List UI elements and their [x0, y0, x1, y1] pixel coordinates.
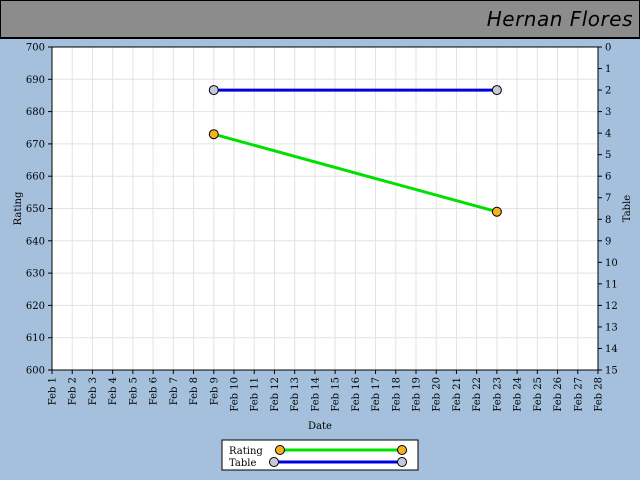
- y-right-tick-label: 11: [605, 279, 618, 290]
- x-tick-label: Feb 21: [452, 377, 463, 412]
- y-left-tick-label: 600: [26, 366, 45, 377]
- y-left-axis-title: Rating: [13, 191, 24, 225]
- y-left-tick-label: 630: [26, 269, 45, 280]
- x-tick-label: Feb 20: [432, 377, 443, 412]
- x-tick-label: Feb 6: [149, 377, 160, 405]
- rating-point: [491, 206, 502, 217]
- y-right-tick-label: 13: [605, 322, 618, 333]
- legend-marker-table: [269, 457, 279, 467]
- y-left-tick-label: 620: [26, 301, 45, 312]
- y-right-tick-label: 8: [605, 215, 611, 226]
- y-left-tick-label: 680: [26, 107, 45, 118]
- x-axis-title: Date: [308, 421, 332, 432]
- y-right-tick-label: 12: [605, 301, 618, 312]
- rating-table-chart: 600610620630640650660670680690700 0123456…: [13, 43, 633, 471]
- x-tick-label: Feb 10: [230, 377, 241, 412]
- y-right-tick-label: 9: [605, 236, 611, 247]
- x-tick-label: Feb 19: [412, 377, 423, 412]
- y-right-tick-label: 2: [605, 86, 611, 97]
- x-tick-label: Feb 15: [331, 377, 342, 412]
- x-tick-label: Feb 14: [310, 377, 321, 412]
- y-right-axis-title: Table: [622, 195, 633, 222]
- legend-label-rating: Rating: [229, 446, 263, 457]
- x-tick-label: Feb 28: [594, 377, 605, 412]
- x-tick-label: Feb 26: [553, 377, 564, 412]
- legend-marker-table: [397, 457, 407, 467]
- y-left-tick-label: 690: [26, 75, 45, 86]
- x-tick-label: Feb 12: [270, 377, 281, 412]
- y-right-tick-label: 10: [605, 258, 618, 269]
- y-right-tick-label: 3: [605, 107, 611, 118]
- y-left-tick-label: 650: [26, 204, 45, 215]
- x-tick-label: Feb 22: [472, 377, 483, 412]
- y-right-tick-label: 15: [605, 366, 618, 377]
- x-tick-label: Feb 5: [128, 377, 139, 405]
- y-right-tick-label: 6: [605, 172, 611, 183]
- y-right-tick-label: 7: [605, 193, 611, 204]
- x-tick-label: Feb 13: [290, 377, 301, 412]
- x-tick-label: Feb 18: [391, 377, 402, 412]
- y-right-tick-label: 4: [605, 129, 611, 140]
- y-left-tick-label: 660: [26, 172, 45, 183]
- x-tick-label: Feb 3: [88, 377, 99, 405]
- x-tick-label: Feb 1: [48, 377, 59, 405]
- y-right-tick-label: 1: [605, 64, 611, 75]
- x-tick-label: Feb 27: [573, 377, 584, 412]
- x-tick-label: Feb 25: [533, 377, 544, 412]
- x-tick-label: Feb 4: [108, 377, 119, 405]
- y-left-tick-label: 670: [26, 139, 45, 150]
- y-right-tick-label: 0: [605, 43, 611, 54]
- y-left-tick-label: 640: [26, 236, 45, 247]
- x-tick-label: Feb 23: [492, 377, 503, 412]
- x-tick-label: Feb 8: [189, 377, 200, 405]
- x-tick-label: Feb 17: [371, 377, 382, 412]
- table-point: [491, 85, 502, 96]
- rating-point: [208, 129, 219, 140]
- x-tick-label: Feb 16: [351, 377, 362, 412]
- y-right-tick-label: 14: [605, 344, 618, 355]
- x-tick-label: Feb 11: [250, 377, 261, 412]
- table-point: [208, 85, 219, 96]
- x-tick-label: Feb 24: [513, 377, 524, 412]
- x-tick-label: Feb 7: [169, 377, 180, 405]
- legend-marker-rating: [275, 445, 285, 455]
- y-left-tick-label: 700: [26, 43, 45, 54]
- legend-label-table: Table: [229, 458, 256, 469]
- y-right-tick-label: 5: [605, 150, 611, 161]
- legend-marker-rating: [397, 445, 407, 455]
- x-tick-label: Feb 2: [68, 377, 79, 405]
- y-left-tick-label: 610: [26, 333, 45, 344]
- x-tick-label: Feb 9: [209, 377, 220, 405]
